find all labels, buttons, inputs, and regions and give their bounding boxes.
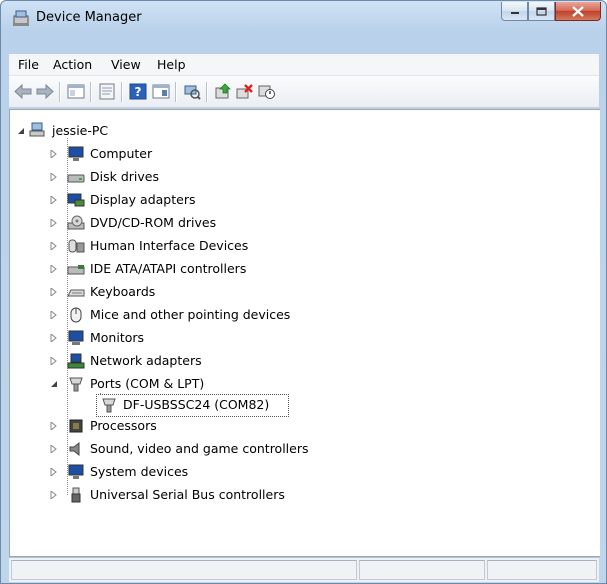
tree-item-processors[interactable]: Processors: [10, 415, 570, 437]
tree-item-label: Mice and other pointing devices: [90, 307, 291, 322]
collapse-arrow-icon[interactable]: [17, 127, 25, 135]
tree-item-disk-drives[interactable]: Disk drives: [10, 166, 570, 188]
tree-item-label: Monitors: [90, 330, 145, 345]
tree-item-dvd-drives[interactable]: DVD/CD-ROM drives: [10, 212, 570, 234]
expand-arrow-icon[interactable]: [50, 311, 58, 319]
expand-arrow-icon[interactable]: [50, 445, 58, 453]
tree-item-label: Sound, video and game controllers: [90, 441, 309, 456]
port-icon: [102, 398, 116, 413]
tree-item-keyboards[interactable]: Keyboards: [10, 281, 570, 303]
sound-icon: [69, 441, 80, 457]
collapse-arrow-icon[interactable]: [50, 380, 58, 388]
show-hide-console-tree-icon[interactable]: [67, 83, 85, 100]
help-icon[interactable]: ?: [129, 83, 147, 100]
tree-item-label: IDE ATA/ATAPI controllers: [90, 261, 247, 276]
svg-text:?: ?: [135, 85, 142, 99]
device-tree[interactable]: jessie-PC Computer Disk drives Display a…: [9, 109, 600, 557]
title-bar[interactable]: Device Manager: [1, 1, 606, 35]
expand-arrow-icon[interactable]: [50, 422, 58, 430]
expand-arrow-icon[interactable]: [50, 242, 58, 250]
tree-child-df-usbssc24[interactable]: DF-USBSSC24 (COM82): [10, 394, 570, 417]
computer-icon: [68, 146, 84, 161]
tree-item-computer[interactable]: Computer: [10, 143, 570, 165]
network-adapter-icon: [67, 353, 85, 369]
tree-item-ide[interactable]: IDE ATA/ATAPI controllers: [10, 258, 570, 280]
expand-arrow-icon[interactable]: [50, 288, 58, 296]
tree-item-label: Ports (COM & LPT): [90, 376, 205, 391]
tree-child-label: DF-USBSSC24 (COM82): [123, 397, 270, 412]
tree-item-mice[interactable]: Mice and other pointing devices: [10, 304, 570, 326]
status-pane-secondary: [359, 560, 485, 580]
tree-item-network-adapters[interactable]: Network adapters: [10, 350, 570, 372]
status-bar: [9, 557, 599, 582]
menu-file[interactable]: File: [18, 57, 39, 72]
tree-item-ports[interactable]: Ports (COM & LPT): [10, 373, 570, 395]
system-devices-icon: [68, 464, 84, 479]
tree-root-row[interactable]: jessie-PC: [10, 120, 570, 142]
computer-root-icon: [29, 122, 45, 137]
expand-arrow-icon[interactable]: [50, 219, 58, 227]
device-manager-window: Device Manager File Action View Help ? j…: [0, 0, 607, 584]
tree-item-display-adapters[interactable]: Display adapters: [10, 189, 570, 211]
tree-item-hid[interactable]: Human Interface Devices: [10, 235, 570, 257]
menu-action[interactable]: Action: [53, 57, 92, 72]
menu-help[interactable]: Help: [157, 57, 186, 72]
close-button[interactable]: [555, 2, 601, 21]
tree-item-usb[interactable]: Universal Serial Bus controllers: [10, 484, 570, 506]
tree-item-label: Processors: [90, 418, 157, 433]
tree-item-label: Computer: [90, 146, 153, 161]
tree-item-sound[interactable]: Sound, video and game controllers: [10, 438, 570, 460]
usb-icon: [71, 487, 81, 503]
close-icon: [572, 5, 584, 17]
expand-arrow-icon[interactable]: [50, 468, 58, 476]
expand-arrow-icon[interactable]: [50, 265, 58, 273]
scan-hardware-icon[interactable]: [183, 83, 201, 100]
expand-arrow-icon[interactable]: [50, 196, 58, 204]
view-icon[interactable]: [152, 83, 170, 100]
maximize-button[interactable]: [528, 2, 555, 21]
device-manager-icon: [13, 10, 29, 26]
tree-item-label: Universal Serial Bus controllers: [90, 487, 285, 502]
minimize-button[interactable]: [501, 2, 528, 21]
processor-icon: [69, 419, 83, 433]
menu-bar: File Action View Help: [9, 54, 599, 76]
tree-item-monitors[interactable]: Monitors: [10, 327, 570, 349]
window-title: Device Manager: [36, 10, 142, 25]
ide-controller-icon: [67, 265, 85, 275]
hid-icon: [68, 239, 85, 253]
tree-item-system-devices[interactable]: System devices: [10, 461, 570, 483]
monitor-icon: [68, 330, 84, 345]
forward-icon[interactable]: [36, 83, 54, 100]
expand-arrow-icon[interactable]: [50, 173, 58, 181]
update-driver-icon[interactable]: [214, 83, 232, 100]
uninstall-icon[interactable]: [236, 83, 254, 100]
tree-item-label: Network adapters: [90, 353, 202, 368]
expand-arrow-icon[interactable]: [50, 357, 58, 365]
tree-root-label: jessie-PC: [52, 123, 109, 138]
tree-item-label: Keyboards: [90, 284, 156, 299]
expand-arrow-icon[interactable]: [50, 334, 58, 342]
menu-view[interactable]: View: [111, 57, 141, 72]
status-pane-tertiary: [487, 560, 597, 580]
keyboard-icon: [67, 289, 85, 297]
back-icon[interactable]: [14, 83, 32, 100]
toolbar: ?: [9, 76, 599, 108]
maximize-icon: [536, 6, 547, 16]
tree-item-label: DVD/CD-ROM drives: [90, 215, 217, 230]
disable-icon[interactable]: [258, 83, 276, 100]
dvd-drive-icon: [67, 215, 85, 230]
minimize-icon: [510, 12, 519, 14]
tree-item-label: Disk drives: [90, 169, 159, 184]
display-adapter-icon: [67, 193, 85, 207]
disk-drive-icon: [67, 174, 85, 183]
tree-item-label: Human Interface Devices: [90, 238, 249, 253]
properties-icon[interactable]: [98, 83, 116, 100]
tree-item-label: System devices: [90, 464, 189, 479]
port-icon: [69, 377, 83, 392]
expand-arrow-icon[interactable]: [50, 150, 58, 158]
mouse-icon: [70, 307, 82, 323]
expand-arrow-icon[interactable]: [50, 491, 58, 499]
status-pane-main: [11, 560, 357, 580]
tree-item-label: Display adapters: [90, 192, 196, 207]
